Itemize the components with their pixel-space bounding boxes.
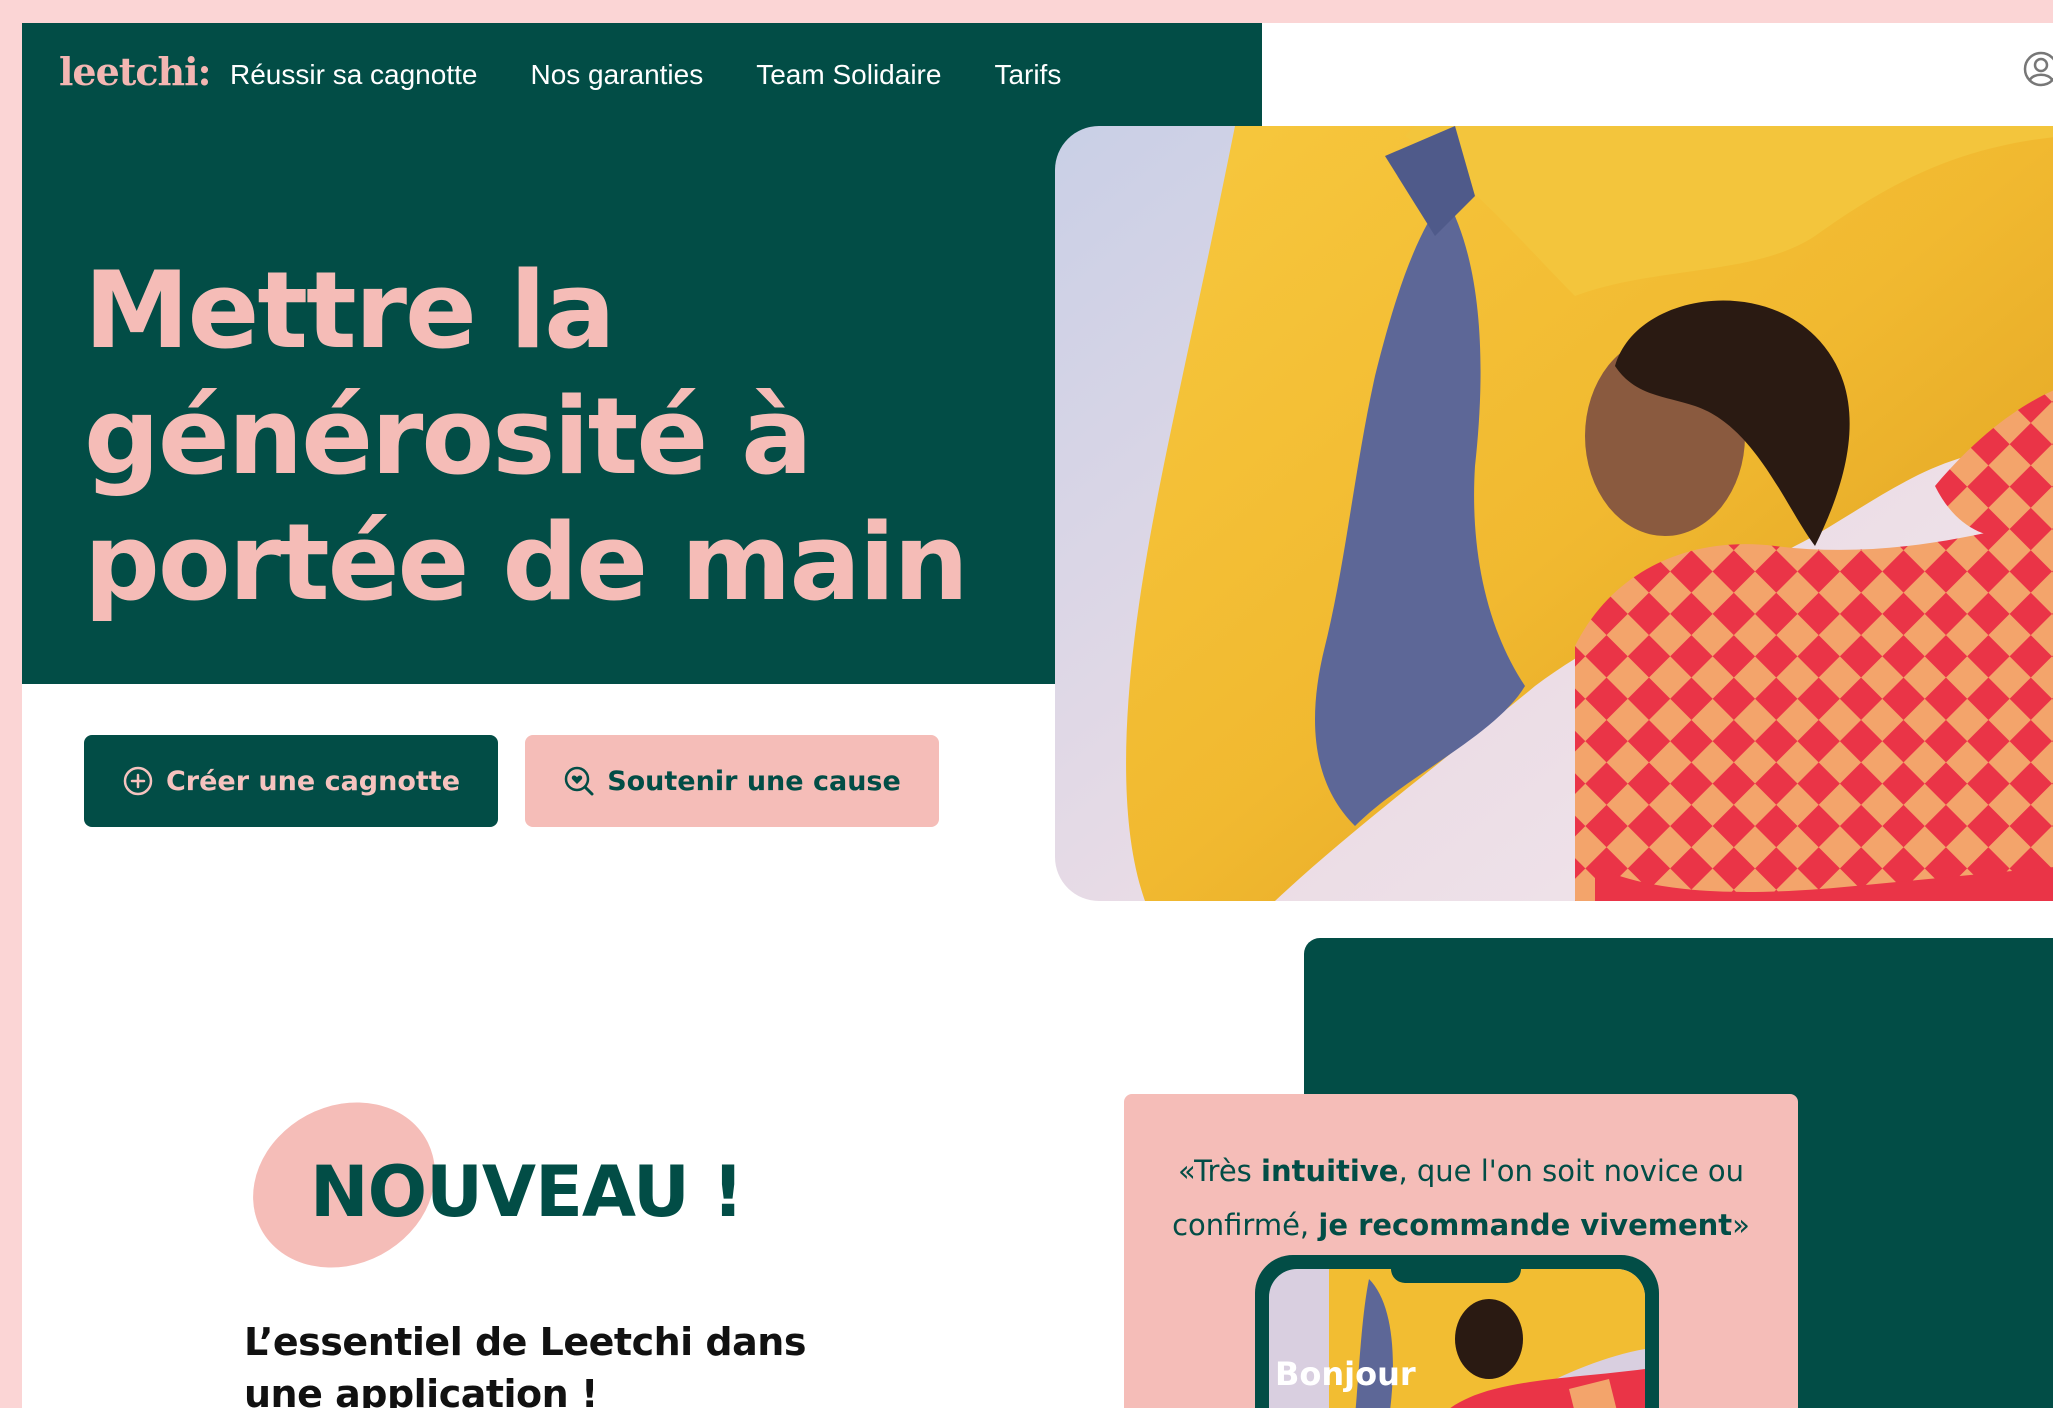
quote-text: «Très (1177, 1154, 1262, 1188)
phone-notch (1391, 1255, 1521, 1283)
plus-circle-icon (123, 766, 153, 796)
app-subtitle-line: L’essentiel de Leetchi dans (244, 1320, 806, 1364)
support-cause-button[interactable]: Soutenir une cause (525, 735, 939, 827)
app-section-subtitle: L’essentiel de Leetchi dans une applicat… (244, 1316, 864, 1408)
nav-item-nos-garanties[interactable]: Nos garanties (530, 59, 703, 91)
hero-title-line: Mettre la (84, 249, 616, 372)
quote-emphasis: intuitive (1261, 1154, 1399, 1188)
create-cagnotte-label: Créer une cagnotte (165, 765, 461, 797)
main-nav: Réussir sa cagnotte Nos garanties Team S… (230, 59, 1061, 91)
create-cagnotte-button[interactable]: Créer une cagnotte (84, 735, 498, 827)
support-cause-label: Soutenir une cause (607, 765, 901, 797)
nav-item-reussir-sa-cagnotte[interactable]: Réussir sa cagnotte (230, 59, 477, 91)
app-subtitle-line: une application ! (244, 1372, 598, 1408)
hero-banner-extension (1062, 23, 1262, 127)
hero-title-line: portée de main (84, 501, 969, 624)
phone-mockup: Bonjour (1255, 1255, 1659, 1408)
search-heart-icon (564, 766, 594, 796)
user-circle-icon[interactable] (2023, 51, 2053, 87)
nav-item-tarifs[interactable]: Tarifs (994, 59, 1061, 91)
quote-text: » (1732, 1208, 1750, 1242)
review-quote: «Très intuitive, que l'on soit novice ou… (1124, 1144, 1798, 1252)
hero-photo (1055, 126, 2053, 901)
hero-title-line: générosité à (84, 375, 813, 498)
nouveau-heading: NOUVEAU ! (310, 1151, 744, 1233)
quote-emphasis: je recommande vivement (1318, 1208, 1733, 1242)
leetchi-logo[interactable]: leetchi: (59, 49, 212, 94)
phone-greeting: Bonjour (1275, 1355, 1416, 1393)
nav-item-team-solidaire[interactable]: Team Solidaire (756, 59, 941, 91)
hero-title: Mettre la générosité à portée de main (84, 248, 984, 626)
page-frame: leetchi: Réussir sa cagnotte Nos garanti… (22, 23, 2053, 1408)
